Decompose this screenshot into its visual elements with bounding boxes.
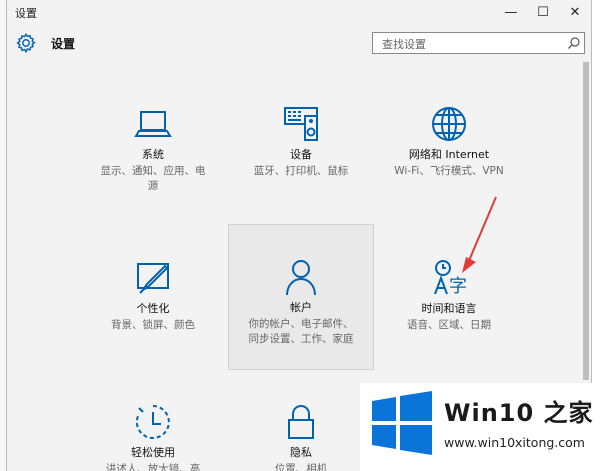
windows-logo-icon xyxy=(372,391,432,455)
window-title: 设置 xyxy=(15,7,37,20)
tile-ease-of-access[interactable]: 轻松使用 讲述人、放大镜、高 xyxy=(80,402,226,471)
tile-label: 网络和 Internet xyxy=(408,148,490,161)
tile-label: 帐户 xyxy=(290,301,312,314)
search-placeholder: 查找设置 xyxy=(382,38,426,51)
tile-description: 位置、相机 xyxy=(274,463,328,471)
tile-devices[interactable]: 设备 蓝牙、打印机、鼠标 xyxy=(228,104,374,179)
settings-header: 设置 查找设置 xyxy=(7,24,591,62)
person-icon xyxy=(286,260,316,296)
tile-personalization[interactable]: 个性化 背景、锁屏、颜色 xyxy=(80,258,226,333)
tile-description: 蓝牙、打印机、鼠标 xyxy=(253,165,349,177)
globe-icon xyxy=(432,107,466,141)
keyboard-speaker-icon xyxy=(284,107,318,141)
minimize-button[interactable]: — xyxy=(495,0,527,24)
tile-description: 你的帐户、电子邮件、 同步设置、工作、家庭 xyxy=(248,318,354,345)
tile-label: 系统 xyxy=(142,148,164,161)
tile-time-language[interactable]: 字 时间和语言 语音、区域、日期 xyxy=(376,258,522,333)
tile-accounts[interactable]: 帐户 你的帐户、电子邮件、 同步设置、工作、家庭 xyxy=(228,224,374,370)
tile-description: Wi-Fi、飞行模式、VPN xyxy=(394,165,504,177)
scrollbar[interactable] xyxy=(583,62,589,380)
maximize-icon: ☐ xyxy=(537,4,549,20)
annotation-arrow xyxy=(462,196,497,273)
maximize-button[interactable]: ☐ xyxy=(527,0,559,24)
title-bar: 设置 — ☐ ✕ xyxy=(7,0,591,24)
page-title: 设置 xyxy=(51,37,76,51)
tile-description: 讲述人、放大镜、高 xyxy=(105,463,201,471)
minimize-icon: — xyxy=(504,4,518,20)
tile-description: 语音、区域、日期 xyxy=(407,319,491,331)
tile-privacy[interactable]: 隐私 位置、相机 xyxy=(228,402,374,471)
tile-description: 显示、通知、应用、电源 xyxy=(100,165,206,192)
tile-label: 隐私 xyxy=(290,446,312,459)
tile-label: 轻松使用 xyxy=(131,446,175,459)
tile-label: 个性化 xyxy=(136,302,170,315)
close-button[interactable]: ✕ xyxy=(559,0,591,24)
laptop-icon xyxy=(134,111,172,137)
search-icon xyxy=(568,37,580,49)
tile-network[interactable]: 网络和 Internet Wi-Fi、飞行模式、VPN xyxy=(376,104,522,179)
close-icon: ✕ xyxy=(569,4,581,20)
lock-icon xyxy=(288,405,314,439)
ease-of-access-icon xyxy=(135,405,170,439)
search-input[interactable]: 查找设置 xyxy=(372,32,585,54)
paint-brush-icon xyxy=(137,263,169,294)
watermark-title: Win10 之家 xyxy=(444,399,594,427)
tile-system[interactable]: 系统 显示、通知、应用、电源 xyxy=(80,104,226,194)
watermark: Win10 之家 www.win10xitong.com xyxy=(360,383,600,471)
gear-icon xyxy=(16,32,36,54)
tile-label: 设备 xyxy=(290,148,312,161)
tile-label: 时间和语言 xyxy=(421,302,477,315)
tile-description: 背景、锁屏、颜色 xyxy=(111,319,195,331)
watermark-url: www.win10xitong.com xyxy=(444,435,585,450)
svg-text:字: 字 xyxy=(449,276,467,297)
